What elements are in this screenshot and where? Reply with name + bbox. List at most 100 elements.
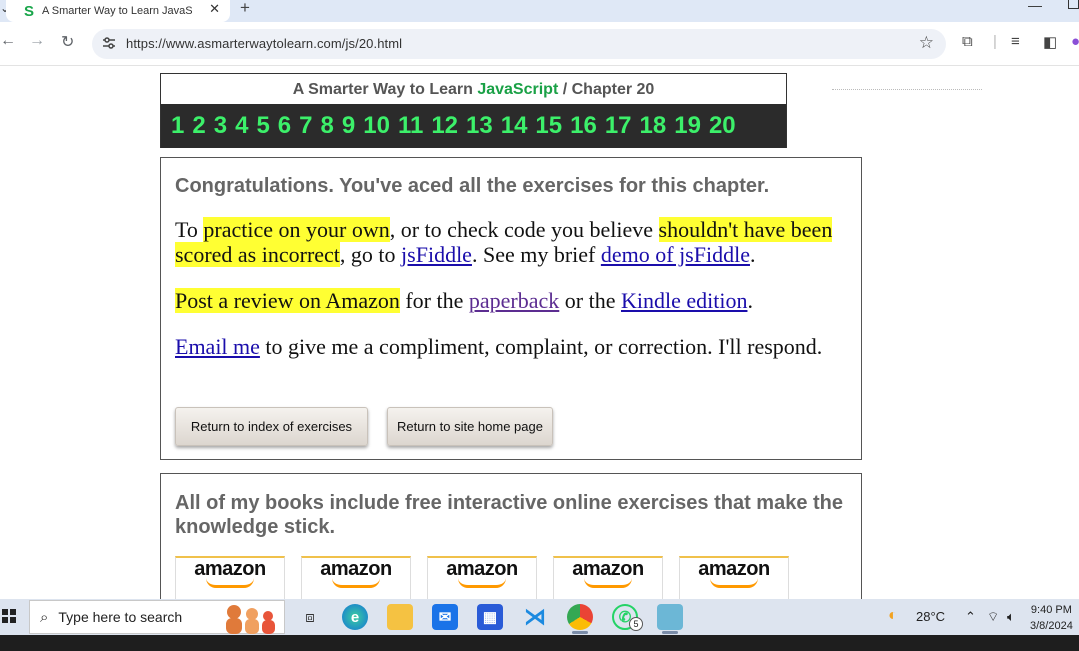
bookmark-star-icon[interactable]: ☆ [919, 33, 934, 53]
chrome-browser-icon[interactable] [567, 604, 593, 630]
book-title-brand: JavaScript [477, 81, 559, 98]
kindle-edition-link[interactable]: Kindle edition [621, 288, 747, 313]
highlight-practice: practice on your own [203, 217, 390, 242]
jsfiddle-link[interactable]: jsFiddle [401, 242, 472, 267]
text-fragment: . [747, 288, 753, 313]
web-page: A Smarter Way to Learn JavaScript / Chap… [0, 66, 1079, 616]
return-to-home-button[interactable]: Return to site home page [387, 407, 553, 446]
text-fragment: for the [399, 288, 469, 313]
chapter-link-19[interactable]: 19 [674, 112, 701, 140]
profile-avatar-icon[interactable]: ● [1071, 33, 1079, 50]
tray-overflow-chevron-icon[interactable]: ⌃ [965, 609, 976, 625]
chapter-link-13[interactable]: 13 [466, 112, 493, 140]
app-window-icon[interactable] [657, 604, 683, 630]
mail-icon[interactable]: ✉ [432, 604, 458, 630]
chapter-link-4[interactable]: 4 [235, 112, 248, 140]
text-fragment: to give me a compliment, complaint, or c… [259, 334, 823, 359]
chapter-link-14[interactable]: 14 [501, 112, 528, 140]
browser-toolbar: ← → ↻ https://www.asmarterwaytolearn.com… [0, 22, 1079, 66]
new-tab-plus-icon[interactable]: + [240, 0, 250, 18]
extensions-puzzle-icon[interactable]: ⧉ [962, 33, 973, 50]
site-info-tune-icon[interactable] [102, 36, 116, 50]
amazon-logo-text: amazon [320, 558, 392, 580]
search-placeholder: Type here to search [58, 609, 183, 625]
chrome-active-indicator [572, 631, 588, 634]
clock-date: 3/8/2024 [1030, 620, 1073, 632]
title-separator: / [558, 81, 572, 98]
paperback-link[interactable]: paperback [469, 288, 559, 313]
text-fragment: or the [559, 288, 621, 313]
screen-bottom-edge [0, 635, 1079, 651]
dotted-divider [832, 89, 982, 90]
amazon-logo-text: amazon [446, 558, 518, 580]
forward-arrow-icon[interactable]: → [29, 32, 45, 50]
text-fragment: , go to [339, 242, 402, 267]
chapter-link-3[interactable]: 3 [214, 112, 227, 140]
site-favicon-icon: S [24, 2, 35, 20]
media-queue-icon[interactable]: ≡ [1011, 33, 1020, 50]
book-title-prefix: A Smarter Way to Learn [292, 81, 478, 98]
chapter-link-2[interactable]: 2 [192, 112, 205, 140]
browser-tab-strip: ⌄ S A Smarter Way to Learn JavaScr ✕ + — [0, 0, 1079, 22]
microsoft-store-icon[interactable]: ▦ [477, 604, 503, 630]
window-minimize-icon[interactable]: — [1028, 0, 1042, 13]
text-fragment: . [749, 242, 756, 267]
app-active-indicator [662, 631, 678, 634]
chapter-link-20[interactable]: 20 [709, 112, 736, 140]
weather-icon[interactable]: ◐ [888, 607, 898, 625]
window-restore-icon[interactable] [1068, 0, 1079, 9]
congratulations-panel: Congratulations. You've aced all the exe… [160, 157, 862, 460]
chapter-link-1[interactable]: 1 [171, 112, 184, 140]
chapter-label: Chapter 20 [571, 81, 655, 98]
chapter-link-12[interactable]: 12 [431, 112, 458, 140]
windows-start-icon[interactable] [2, 609, 16, 623]
email-me-link[interactable]: Email me [175, 334, 260, 359]
chapter-link-18[interactable]: 18 [640, 112, 667, 140]
search-icon: ⌕ [40, 608, 49, 626]
chapter-link-5[interactable]: 5 [256, 112, 269, 140]
side-panel-icon[interactable]: ◧ [1043, 33, 1057, 51]
demo-jsfiddle-link[interactable]: demo of jsFiddle [601, 242, 750, 267]
chapter-link-15[interactable]: 15 [535, 112, 562, 140]
reload-icon[interactable]: ↻ [61, 32, 74, 52]
text-fragment: . See my brief [471, 242, 601, 267]
return-to-index-button[interactable]: Return to index of exercises [175, 407, 368, 446]
windows-taskbar: ⌕ Type here to search ⧈ e ✉ ▦ ⋊ ✆ 5 ◐ 28… [0, 599, 1079, 635]
edge-browser-icon[interactable]: e [342, 604, 368, 630]
chapter-link-16[interactable]: 16 [570, 112, 597, 140]
file-explorer-icon[interactable] [387, 604, 413, 630]
task-view-icon[interactable]: ⧈ [297, 604, 323, 630]
chapter-number-nav: 1 2 3 4 5 6 7 8 9 10 11 12 13 14 15 16 17 18 19 20 [161, 104, 786, 148]
tab-close-icon[interactable]: ✕ [209, 1, 220, 17]
search-highlight-art-icon [226, 605, 275, 634]
chapter-header: A Smarter Way to Learn JavaScript / Chap… [160, 73, 787, 148]
chapter-link-8[interactable]: 8 [321, 112, 334, 140]
chapter-title: A Smarter Way to Learn JavaScript / Chap… [161, 74, 786, 104]
network-icon[interactable]: ⌔ [987, 609, 999, 625]
books-panel: All of my books include free interactive… [160, 473, 862, 616]
chapter-link-6[interactable]: 6 [278, 112, 291, 140]
tab-title: A Smarter Way to Learn JavaScr [42, 5, 193, 17]
amazon-logo-text: amazon [698, 558, 770, 580]
chapter-link-11[interactable]: 11 [398, 112, 423, 140]
chapter-link-9[interactable]: 9 [342, 112, 355, 140]
volume-icon[interactable]: 🔈︎ [1007, 609, 1015, 625]
congrats-heading: Congratulations. You've aced all the exe… [175, 175, 770, 197]
weather-temperature[interactable]: 28°C [916, 609, 945, 624]
browser-tab-active[interactable]: S A Smarter Way to Learn JavaScr ✕ [6, 0, 230, 22]
highlight-review: Post a review on Amazon [175, 288, 400, 313]
chapter-link-7[interactable]: 7 [299, 112, 312, 140]
chapter-link-10[interactable]: 10 [363, 112, 390, 140]
amazon-logo-text: amazon [194, 558, 266, 580]
vscode-icon[interactable]: ⋊ [522, 604, 548, 630]
url-text[interactable]: https://www.asmarterwaytolearn.com/js/20… [126, 36, 402, 51]
books-heading: All of my books include free interactive… [175, 492, 844, 538]
back-arrow-icon[interactable]: ← [0, 32, 16, 50]
address-bar[interactable]: https://www.asmarterwaytolearn.com/js/20… [92, 29, 946, 59]
chapter-link-17[interactable]: 17 [605, 112, 632, 140]
toolbar-divider: | [993, 33, 997, 50]
clock-time: 9:40 PM [1030, 604, 1072, 616]
system-clock[interactable]: 9:40 PM 3/8/2024 [1030, 602, 1073, 634]
email-paragraph: Email me to give me a compliment, compla… [175, 334, 847, 359]
taskbar-search-box[interactable]: ⌕ Type here to search [29, 600, 285, 634]
